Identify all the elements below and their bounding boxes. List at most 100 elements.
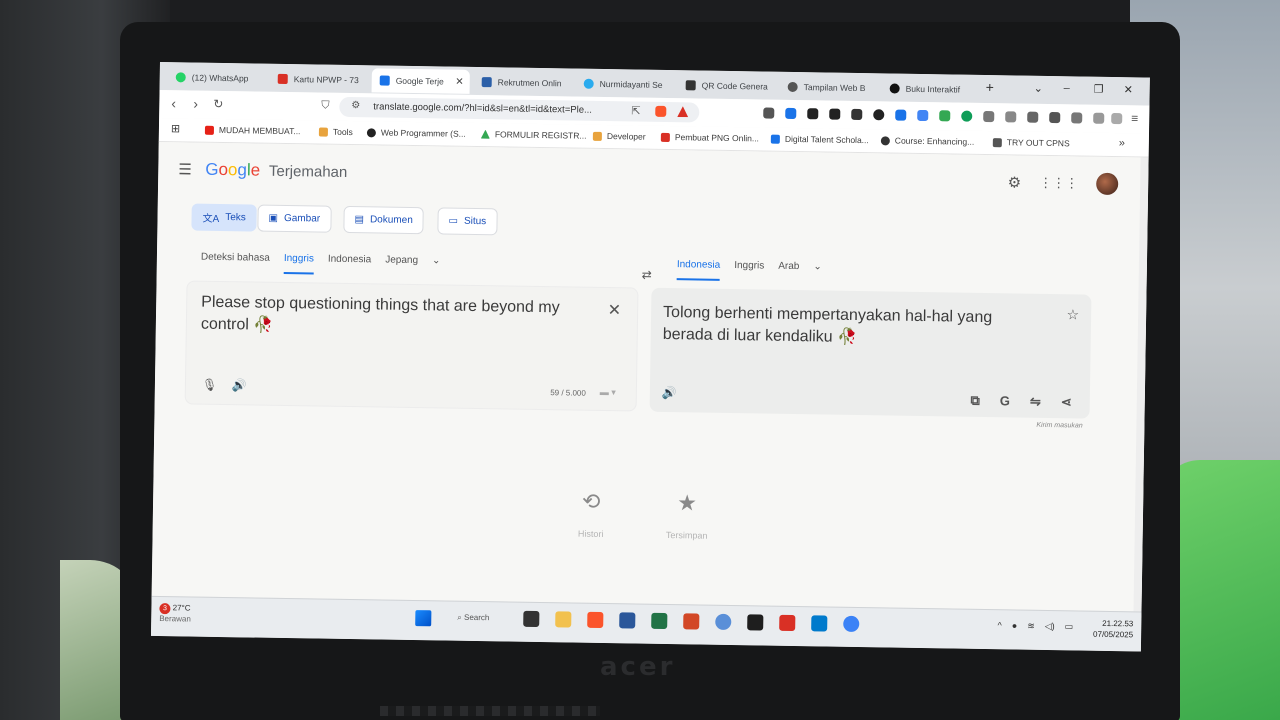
settings-icon[interactable] [715, 613, 732, 631]
target-lang-indonesian[interactable]: Indonesia [676, 259, 721, 281]
google-search-icon[interactable]: G [1000, 393, 1010, 409]
mode-website-button[interactable]: ▭ Situs [437, 207, 498, 236]
source-lang-indonesian[interactable]: Indonesia [328, 254, 372, 276]
mode-document-button[interactable]: ▤ Dokumen [343, 205, 425, 235]
tray-app-icon[interactable]: ● [1012, 620, 1018, 631]
chevron-down-icon[interactable]: ⌄ [432, 255, 441, 276]
menu-icon[interactable]: ≡ [1131, 111, 1138, 125]
wallet-icon[interactable] [1071, 112, 1083, 124]
bookmark-icon[interactable]: ⛉ [321, 99, 329, 113]
extension-hex-icon[interactable] [851, 108, 863, 121]
bookmark-item[interactable]: Course: Enhancing... [880, 135, 974, 147]
mode-text-button[interactable]: 文A Teks [191, 203, 258, 232]
excel-icon[interactable] [651, 612, 668, 630]
omnibox[interactable]: ⚙ translate.google.com/?hl=id&sl=en&tl=i… [339, 96, 700, 123]
speaker-icon[interactable]: 🔊 [662, 386, 677, 400]
extension-gear-icon[interactable] [895, 109, 907, 121]
extension-eye-icon[interactable] [961, 110, 973, 122]
vscode-icon[interactable] [811, 615, 828, 632]
extension-badge-icon[interactable] [807, 108, 819, 120]
tab-qr-code[interactable]: QR Code Genera [678, 73, 776, 99]
camera-icon[interactable] [763, 107, 775, 119]
tab-rekrutmen[interactable]: Rekrutmen Onlin [474, 70, 572, 96]
tab-npwp[interactable]: Kartu NPWP - 73 [270, 67, 368, 93]
file-explorer-icon[interactable] [555, 611, 572, 628]
bookmark-item[interactable]: Pembuat PNG Onlin... [660, 132, 759, 143]
source-text-input[interactable]: Please stop questioning things that are … [201, 292, 602, 342]
vpn-icon[interactable] [1111, 112, 1123, 125]
new-tab-button[interactable]: + [986, 79, 994, 95]
copy-icon[interactable]: ⧉ [970, 393, 980, 409]
target-lang-english[interactable]: Inggris [734, 260, 764, 281]
puzzle-icon[interactable] [1005, 111, 1017, 123]
target-lang-arabic[interactable]: Arab [778, 261, 799, 282]
share-icon[interactable]: ⇱ [631, 104, 640, 118]
weather-widget[interactable]: 3 27°C Berawan [159, 603, 191, 624]
tab-tampilan-web[interactable]: Tampilan Web B [779, 75, 877, 101]
reload-icon[interactable]: ↻ [213, 97, 223, 111]
brave-shield-icon[interactable] [655, 105, 667, 117]
apps-grid-icon[interactable]: ⊞ [171, 122, 180, 135]
source-lang-detect[interactable]: Deteksi bahasa [201, 252, 270, 274]
send-feedback-link[interactable]: Kirim masukan [1036, 422, 1082, 430]
task-view-icon[interactable] [523, 610, 540, 628]
battery-icon[interactable]: ▭ [1065, 621, 1074, 632]
site-info-icon[interactable]: ⚙ [351, 100, 360, 111]
bookmark-item[interactable]: FORMULIR REGISTR... [481, 129, 587, 141]
share-icon[interactable]: ⋖ [1061, 394, 1072, 410]
close-icon[interactable]: ✕ [455, 76, 464, 87]
bookmark-item[interactable]: Developer [592, 131, 646, 142]
tab-telegram[interactable]: Nurmidayanti Se [576, 72, 674, 98]
wifi-icon[interactable]: ≋ [1027, 621, 1035, 632]
terminal-icon[interactable] [747, 614, 764, 631]
volume-icon[interactable]: ◁) [1045, 621, 1055, 632]
extension-brush-icon[interactable] [939, 110, 951, 122]
settings-gear-icon[interactable]: ⚙ [1008, 173, 1022, 191]
google-translate-logo[interactable]: Google Terjemahan [205, 160, 347, 182]
leo-icon[interactable] [1093, 112, 1105, 124]
bookmarks-overflow-icon[interactable]: » [1119, 137, 1125, 149]
bookmark-item[interactable]: Web Programmer (S... [366, 127, 466, 139]
extension-f-icon[interactable] [917, 109, 929, 122]
clear-text-icon[interactable]: ✕ [608, 300, 622, 320]
hamburger-menu-icon[interactable]: ☰ [178, 160, 192, 178]
swap-languages-icon[interactable]: ⇄ [642, 268, 652, 282]
pdf-icon[interactable] [779, 614, 796, 632]
tab-search-chevron-icon[interactable]: ⌄ [1034, 82, 1043, 95]
source-lang-english[interactable]: Inggris [283, 252, 314, 275]
speaker-icon[interactable]: 🔊 [232, 378, 247, 392]
mode-image-button[interactable]: ▣ Gambar [257, 204, 332, 233]
chevron-up-icon[interactable]: ^ [998, 620, 1002, 631]
microphone-icon[interactable]: 🎙 [202, 378, 217, 392]
tab-whatsapp[interactable]: (12) WhatsApp [168, 65, 268, 91]
minimize-button[interactable]: – [1064, 82, 1070, 94]
taskbar-search[interactable]: ⌕ Search [457, 613, 489, 624]
chevron-down-icon[interactable]: ⌄ [813, 261, 822, 282]
back-icon[interactable]: ‹ [171, 95, 176, 111]
source-text-panel[interactable]: Please stop questioning things that are … [184, 280, 639, 412]
history-button[interactable]: ⟲ Histori [561, 488, 622, 539]
save-star-icon[interactable]: ☆ [1066, 306, 1079, 323]
bookmark-item[interactable]: MUDAH MEMBUAT... [204, 125, 301, 136]
rate-translation-icon[interactable]: ⇋ [1030, 394, 1041, 410]
keyboard-icon[interactable]: ▬ ▾ [600, 387, 616, 398]
brave-browser-icon[interactable] [587, 611, 604, 629]
extension-circle-icon[interactable] [873, 109, 885, 121]
tab-buku-interaktif[interactable]: Buku Interaktif [881, 76, 979, 102]
tab-google-translate[interactable]: Google Terje ✕ [371, 68, 470, 94]
bookmark-item[interactable]: Digital Talent Schola... [770, 134, 869, 145]
close-window-button[interactable]: ✕ [1124, 83, 1133, 96]
extension-doc-icon[interactable] [785, 107, 797, 119]
extension-grid-icon[interactable] [983, 110, 995, 123]
word-icon[interactable] [619, 612, 636, 629]
sidebar-icon[interactable] [1049, 111, 1061, 124]
clock[interactable]: 21.22.53 07/05/2025 [1093, 618, 1133, 641]
bookmark-item[interactable]: Tools [318, 127, 353, 137]
saved-button[interactable]: ★ Tersimpan [657, 490, 718, 541]
source-lang-japanese[interactable]: Jepang [385, 255, 418, 277]
download-icon[interactable] [1027, 111, 1039, 123]
powerpoint-icon[interactable] [683, 613, 700, 630]
restore-button[interactable]: ❐ [1094, 83, 1104, 96]
avatar[interactable] [1096, 172, 1119, 196]
forward-icon[interactable]: › [193, 96, 198, 112]
